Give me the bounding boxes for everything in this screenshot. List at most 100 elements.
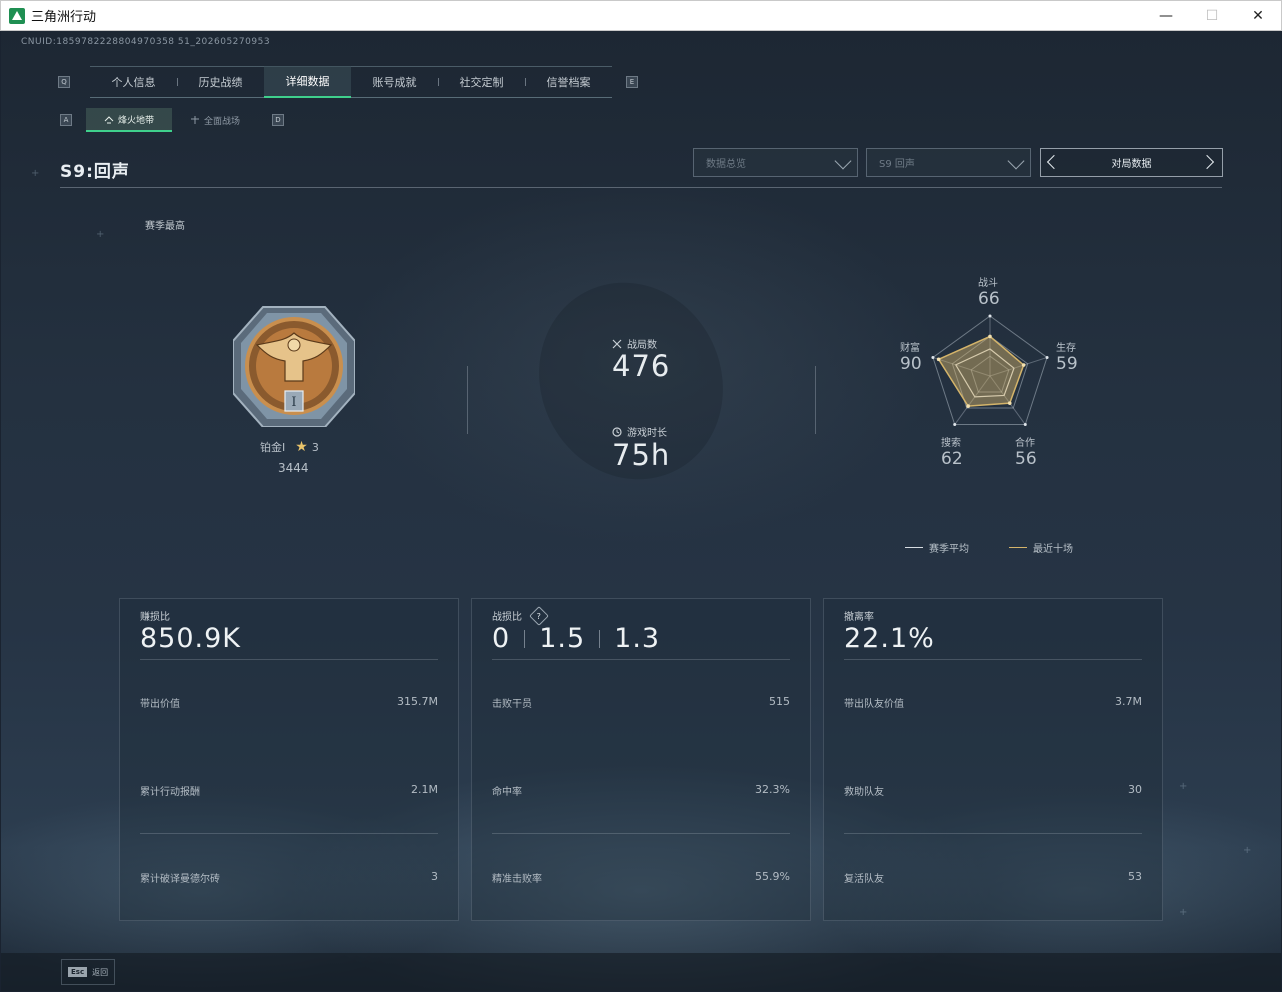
legend-recent-ten: 最近十场 bbox=[1009, 540, 1073, 555]
radar-axis-label: 财富 bbox=[900, 343, 920, 354]
ratio-divider bbox=[524, 629, 526, 648]
minimize-button[interactable]: — bbox=[1143, 1, 1189, 31]
extraction-rate-value: 22.1% bbox=[844, 623, 935, 654]
mode-next-key-hint[interactable]: D bbox=[272, 114, 284, 126]
plus-decoration-icon: + bbox=[96, 229, 105, 240]
panel-divider bbox=[844, 659, 1142, 660]
legend-season-avg: 赛季平均 bbox=[905, 540, 969, 555]
radar-point bbox=[936, 357, 941, 362]
stat-value: 315.7M bbox=[397, 695, 438, 708]
extraction-mode-icon bbox=[104, 116, 114, 124]
app-logo-icon bbox=[9, 7, 25, 24]
playtime-label-group: 游戏时长 bbox=[612, 424, 667, 439]
stat-row: 带出价值 315.7M bbox=[140, 695, 438, 710]
profit-ratio-value: 850.9K bbox=[140, 623, 242, 654]
tab-mode-extraction[interactable]: 烽火地带 bbox=[86, 108, 172, 132]
kd-ratio-value: 0 bbox=[492, 623, 511, 654]
match-data-selector[interactable]: 对局数据 bbox=[1040, 148, 1223, 177]
stat-value: 32.3% bbox=[755, 783, 790, 796]
stat-value: 3 bbox=[431, 870, 438, 883]
radar-axis-value: 59 bbox=[1056, 354, 1078, 374]
match-data-label: 对局数据 bbox=[1111, 159, 1152, 170]
season-dropdown-value: S9 回声 bbox=[879, 159, 915, 170]
bottom-bar bbox=[1, 953, 1281, 991]
chevron-left-icon[interactable] bbox=[1046, 154, 1062, 170]
game-viewport: CNUID:1859782228804970358 51_20260527095… bbox=[1, 31, 1281, 991]
tab-mode-extraction-label: 烽火地带 bbox=[117, 115, 154, 126]
radar-axis-value: 56 bbox=[1015, 449, 1037, 469]
radar-axis-label: 合作 bbox=[1015, 438, 1035, 449]
playtime-label: 游戏时长 bbox=[627, 428, 667, 439]
legend-swatch bbox=[905, 546, 923, 549]
vertical-divider bbox=[815, 366, 816, 434]
radar-axis-label: 生存 bbox=[1056, 343, 1076, 354]
back-button[interactable]: Esc 返回 bbox=[61, 959, 115, 985]
panel-divider bbox=[140, 833, 438, 834]
radar-axis-value: 66 bbox=[978, 289, 1000, 309]
stat-row: 命中率 32.3% bbox=[492, 783, 790, 798]
window-titlebar: 三角洲行动 — ☐ ✕ bbox=[0, 0, 1282, 31]
extraction-panel: 撤离率 22.1% 带出队友价值 3.7M 救助队友 30 复活队友 53 bbox=[823, 598, 1163, 921]
tab-match-history[interactable]: 历史战绩 bbox=[177, 66, 264, 98]
overview-dropdown-value: 数据总览 bbox=[706, 159, 746, 170]
stat-value: 53 bbox=[1128, 870, 1142, 883]
stat-label: 复活队友 bbox=[844, 874, 884, 885]
chevron-down-icon bbox=[1007, 152, 1025, 170]
stat-row: 累计行动报酬 2.1M bbox=[140, 783, 438, 798]
rank-name: 铂金I bbox=[260, 441, 286, 454]
close-button[interactable]: ✕ bbox=[1235, 1, 1281, 31]
esc-key-icon: Esc bbox=[68, 967, 88, 977]
legend-label: 最近十场 bbox=[1033, 544, 1073, 555]
main-tabs: Q 个人信息 历史战绩 详细数据 账号成就 社交定制 信誉档案 E bbox=[58, 66, 638, 98]
radar-point bbox=[988, 334, 992, 339]
matches-value: 476 bbox=[612, 349, 671, 383]
kd-panel: 战损比 ? 0 1.5 1.3 击败干员 515 命中率 32.3% 精准击败率 55… bbox=[471, 598, 811, 921]
radar-vertex bbox=[1023, 423, 1027, 427]
plus-decoration-icon: + bbox=[31, 168, 40, 179]
tab-personal-info[interactable]: 个人信息 bbox=[90, 66, 177, 98]
stat-value: 55.9% bbox=[755, 870, 790, 883]
tab-mode-warfare-label: 全面战场 bbox=[203, 116, 240, 127]
playtime-value: 75h bbox=[612, 438, 671, 472]
tab-prev-key-hint[interactable]: Q bbox=[58, 76, 70, 88]
legend-label: 赛季平均 bbox=[929, 544, 969, 555]
clock-icon bbox=[612, 426, 622, 437]
overview-dropdown[interactable]: 数据总览 bbox=[693, 148, 858, 177]
star-icon: ★ bbox=[295, 439, 308, 455]
tab-mode-warfare[interactable]: 全面战场 bbox=[172, 108, 258, 132]
season-dropdown[interactable]: S9 回声 bbox=[866, 148, 1031, 177]
back-label: 返回 bbox=[92, 967, 109, 977]
tab-social-customize[interactable]: 社交定制 bbox=[438, 66, 525, 98]
rank-row: 铂金I ★ 3 bbox=[260, 439, 319, 455]
mode-tabs: A 烽火地带 全面战场 D bbox=[60, 108, 284, 132]
radar-axis-value: 62 bbox=[941, 449, 963, 469]
kd-ratio-value: 1.3 bbox=[614, 623, 661, 654]
stat-label: 精准击败率 bbox=[492, 874, 542, 885]
plus-decoration-icon: + bbox=[1179, 781, 1188, 792]
mode-prev-key-hint[interactable]: A bbox=[60, 114, 72, 126]
chevron-right-icon[interactable] bbox=[1199, 154, 1215, 170]
season-title: S9:回声 bbox=[60, 162, 130, 182]
radar-axis-label: 搜索 bbox=[941, 438, 961, 449]
radar-vertex bbox=[931, 355, 935, 359]
maximize-button[interactable]: ☐ bbox=[1189, 1, 1235, 31]
crossed-swords-icon bbox=[612, 339, 622, 348]
radar-axis-value: 90 bbox=[900, 354, 922, 374]
tab-reputation[interactable]: 信誉档案 bbox=[525, 66, 612, 98]
tab-detailed-data[interactable]: 详细数据 bbox=[264, 66, 351, 98]
stat-label: 击败干员 bbox=[492, 699, 532, 710]
profit-panel: 赚损比 850.9K 带出价值 315.7M 累计行动报酬 2.1M 累计破译曼德尔… bbox=[119, 598, 459, 921]
panel-divider bbox=[140, 659, 438, 660]
radar-axis-label: 战斗 bbox=[978, 278, 998, 289]
stat-row: 救助队友 30 bbox=[844, 783, 1142, 798]
stat-value: 3.7M bbox=[1115, 695, 1142, 708]
tab-next-key-hint[interactable]: E bbox=[626, 76, 638, 88]
header-divider bbox=[60, 187, 1222, 188]
vertical-divider bbox=[467, 366, 468, 434]
stat-value: 30 bbox=[1128, 783, 1142, 796]
panel-title: 赚损比 bbox=[140, 612, 170, 623]
panel-title: 撤离率 bbox=[844, 612, 874, 623]
tab-achievements[interactable]: 账号成就 bbox=[351, 66, 438, 98]
radar-point bbox=[1021, 363, 1026, 367]
user-id-text: CNUID:1859782228804970358 51_20260527095… bbox=[21, 37, 271, 47]
